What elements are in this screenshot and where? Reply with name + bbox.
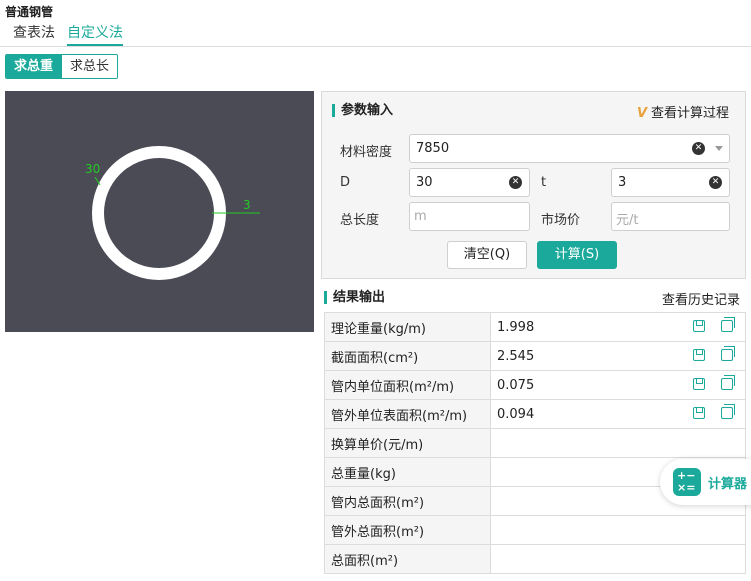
- page-title: 普通钢管: [5, 5, 54, 19]
- clear-t-icon[interactable]: ✕: [709, 176, 722, 189]
- view-process-link[interactable]: V 查看计算过程: [637, 102, 729, 121]
- table-row: 截面面积(cm²) 2.545: [324, 341, 746, 371]
- density-label: 材料密度: [340, 145, 393, 160]
- save-icon[interactable]: [693, 378, 705, 390]
- calculator-label: 计算器: [708, 477, 748, 492]
- chevron-down-icon[interactable]: [715, 146, 723, 151]
- thickness-label: 3: [243, 198, 251, 212]
- clear-button[interactable]: 清空(Q): [447, 241, 527, 269]
- diameter-leader: [94, 176, 101, 186]
- copy-icon[interactable]: [721, 404, 735, 419]
- result-value: [490, 515, 746, 545]
- total-length-label: 总长度: [340, 213, 380, 228]
- table-row: 换算单价(元/m): [324, 428, 746, 458]
- save-icon[interactable]: [693, 320, 705, 332]
- method-tabs: 查表法 自定义法: [0, 22, 751, 47]
- pipe-cross-section: 30 3: [85, 146, 260, 280]
- clear-d-icon[interactable]: ✕: [509, 176, 522, 189]
- calculator-button[interactable]: +− ×= 计算器: [660, 459, 751, 505]
- result-label: 管内总面积(m²): [324, 486, 491, 516]
- t-input[interactable]: 3 ✕: [611, 168, 730, 197]
- result-value: 0.075: [490, 370, 746, 400]
- pipe-ring: [92, 146, 226, 280]
- result-label: 管外单位表面积(m²/m): [324, 399, 491, 429]
- tab-lookup[interactable]: 查表法: [13, 24, 55, 46]
- save-icon[interactable]: [693, 349, 705, 361]
- copy-icon[interactable]: [721, 375, 735, 390]
- d-label: D: [340, 175, 351, 190]
- t-label: t: [541, 175, 547, 190]
- results-table: 理论重量(kg/m) 1.998 截面面积(cm²) 2.545 管内单位面积(…: [324, 312, 746, 574]
- price-input[interactable]: 元/t: [611, 202, 730, 231]
- table-row: 管外单位表面积(m²/m) 0.094: [324, 399, 746, 429]
- table-row: 管内单位面积(m²/m) 0.075: [324, 370, 746, 400]
- mode-toggle: 求总重 求总长: [5, 54, 119, 79]
- result-value: [490, 428, 746, 458]
- params-panel: 参数输入 V 查看计算过程 材料密度 7850 ✕ D 30 ✕ t 3 ✕ 总长…: [321, 91, 746, 279]
- params-header: 参数输入: [332, 104, 393, 117]
- result-value: 2.545: [490, 341, 746, 371]
- price-label: 市场价: [541, 213, 581, 228]
- result-value: 1.998: [490, 312, 746, 342]
- result-value: 0.094: [490, 399, 746, 429]
- table-row: 管外总面积(m²): [324, 515, 746, 545]
- view-history-link[interactable]: 查看历史记录: [662, 289, 740, 308]
- total-length-input[interactable]: m: [409, 202, 530, 231]
- total-length-button[interactable]: 求总长: [61, 55, 118, 78]
- clear-density-icon[interactable]: ✕: [692, 142, 705, 155]
- result-label: 管外总面积(m²): [324, 515, 491, 545]
- save-icon[interactable]: [693, 407, 705, 419]
- table-row: 理论重量(kg/m) 1.998: [324, 312, 746, 342]
- density-select[interactable]: 7850 ✕: [409, 134, 730, 163]
- result-label: 总重量(kg): [324, 457, 491, 487]
- d-input[interactable]: 30 ✕: [409, 168, 530, 197]
- calculate-button[interactable]: 计算(S): [537, 241, 617, 269]
- result-label: 截面面积(cm²): [324, 341, 491, 371]
- result-label: 总面积(m²): [324, 544, 491, 574]
- result-label: 换算单价(元/m): [324, 428, 491, 458]
- table-row: 总面积(m²): [324, 544, 746, 574]
- pipe-diagram: 30 3: [5, 91, 314, 332]
- result-value: [490, 544, 746, 574]
- tab-custom[interactable]: 自定义法: [67, 24, 123, 46]
- copy-icon[interactable]: [721, 346, 735, 361]
- results-header: 结果输出: [324, 291, 385, 304]
- result-label: 理论重量(kg/m): [324, 312, 491, 342]
- diameter-label: 30: [85, 162, 100, 176]
- calculator-icon: +− ×=: [673, 468, 701, 496]
- process-icon: V: [637, 106, 648, 121]
- result-label: 管内单位面积(m²/m): [324, 370, 491, 400]
- total-weight-button[interactable]: 求总重: [6, 55, 62, 78]
- copy-icon[interactable]: [721, 317, 735, 332]
